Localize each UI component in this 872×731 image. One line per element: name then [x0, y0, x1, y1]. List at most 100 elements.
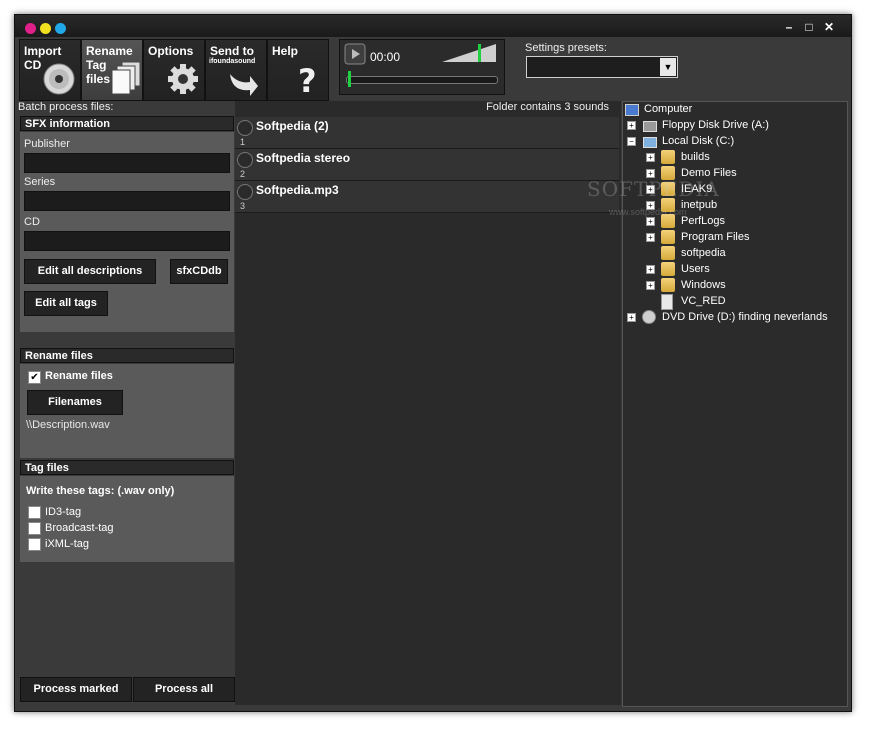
expand-icon[interactable]: + — [627, 121, 636, 130]
cd-label: CD — [24, 216, 40, 228]
mark-circle-icon[interactable] — [237, 184, 253, 200]
mark-circle-icon[interactable] — [237, 120, 253, 136]
sound-row[interactable]: Softpedia.mp3 3 — [235, 181, 619, 213]
sfx-information-header: SFX information — [20, 116, 234, 131]
sound-name: Softpedia (2) — [256, 119, 329, 133]
help-button[interactable]: Help ? — [267, 39, 329, 101]
dvd-icon — [642, 310, 656, 324]
id3-tag-label: ID3-tag — [45, 506, 82, 518]
process-marked-button[interactable]: Process marked — [20, 677, 132, 702]
seek-handle[interactable] — [348, 71, 351, 87]
sound-list: Folder contains 3 sounds Softpedia (2) 1… — [235, 101, 621, 705]
floppy-icon — [643, 121, 657, 132]
mark-circle-icon[interactable] — [237, 152, 253, 168]
settings-presets-select[interactable]: ▼ — [526, 56, 678, 78]
broadcast-tag-checkbox[interactable] — [28, 522, 41, 535]
play-button[interactable] — [344, 43, 366, 65]
rename-tag-files-button[interactable]: Rename Tag files — [81, 39, 143, 101]
series-label: Series — [24, 176, 56, 188]
options-label: Options — [148, 44, 194, 58]
folder-icon — [661, 278, 675, 292]
tree-label: Local Disk (C:) — [662, 135, 735, 147]
send-to-sub-label: ifoundasound — [209, 58, 256, 65]
files-icon — [112, 61, 141, 95]
minimize-button[interactable]: – — [781, 20, 797, 34]
cd-field[interactable] — [24, 231, 230, 251]
audio-player: 00:00 — [339, 39, 505, 95]
file-icon — [661, 294, 673, 310]
tree-label: Program Files — [681, 231, 750, 243]
yellow-dot-icon — [40, 23, 51, 34]
sfx-information-panel: Publisher Series CD Edit all description… — [20, 132, 234, 332]
expand-icon[interactable]: + — [646, 265, 655, 274]
broadcast-tag-label: Broadcast-tag — [45, 522, 114, 534]
collapse-icon[interactable]: − — [627, 137, 636, 146]
gear-icon — [168, 64, 198, 94]
sound-row[interactable]: Softpedia stereo 2 — [235, 149, 619, 181]
expand-icon[interactable]: + — [646, 153, 655, 162]
cyan-dot-icon — [55, 23, 66, 34]
edit-all-tags-button[interactable]: Edit all tags — [24, 291, 108, 316]
cd-icon — [43, 63, 75, 95]
process-all-button[interactable]: Process all — [133, 677, 235, 702]
close-button[interactable]: ✕ — [821, 20, 837, 34]
rename-files-header: Rename files — [20, 348, 234, 363]
settings-presets-label: Settings presets: — [525, 42, 607, 54]
seek-bar[interactable] — [346, 76, 498, 84]
hard-disk-icon — [643, 137, 657, 148]
ixml-tag-label: iXML-tag — [45, 538, 90, 550]
sound-name: Softpedia.mp3 — [256, 183, 339, 197]
folder-icon — [661, 262, 675, 276]
watermark: SOFTPEDIA — [587, 177, 720, 201]
tree-label: Users — [681, 263, 710, 275]
chevron-down-icon[interactable]: ▼ — [660, 58, 676, 76]
tree-label: builds — [681, 151, 710, 163]
filename-pattern: \\Description.wav — [26, 419, 110, 431]
question-icon: ? — [298, 62, 317, 96]
series-field[interactable] — [24, 191, 230, 211]
sound-number: 3 — [240, 201, 246, 211]
filenames-button[interactable]: Filenames — [27, 390, 123, 415]
time-display: 00:00 — [370, 50, 401, 64]
watermark-url: www.softpedia.com — [609, 207, 687, 217]
maximize-button[interactable]: □ — [801, 20, 817, 34]
expand-icon[interactable]: + — [646, 233, 655, 242]
svg-text:?: ? — [298, 62, 317, 96]
sound-name: Softpedia stereo — [256, 151, 351, 165]
tree-label: PerfLogs — [681, 215, 726, 227]
tree-label: VC_RED — [681, 295, 726, 307]
expand-icon[interactable]: + — [646, 281, 655, 290]
sound-number: 1 — [240, 137, 246, 147]
publisher-field[interactable] — [24, 153, 230, 173]
edit-all-descriptions-button[interactable]: Edit all descriptions — [24, 259, 156, 284]
pink-dot-icon — [25, 23, 36, 34]
sound-row[interactable]: Softpedia (2) 1 — [235, 117, 619, 149]
ixml-tag-checkbox[interactable] — [28, 538, 41, 551]
folder-icon — [661, 150, 675, 164]
tree-label: Windows — [681, 279, 726, 291]
expand-icon[interactable]: + — [646, 217, 655, 226]
send-arrow-icon — [230, 74, 258, 96]
tree-label: softpedia — [681, 247, 726, 259]
sound-number: 2 — [240, 169, 246, 179]
batch-process-label: Batch process files: — [18, 101, 114, 113]
toolbar: Import CD Rename Tag files Options Send … — [15, 37, 851, 101]
app-window: – □ ✕ Import CD Rename Tag files Options — [14, 14, 852, 712]
folder-icon — [661, 246, 675, 260]
import-cd-button[interactable]: Import CD — [19, 39, 81, 101]
left-panel: Batch process files: SFX information Pub… — [18, 101, 235, 705]
send-to-button[interactable]: Send to ifoundasound — [205, 39, 267, 101]
title-bar: – □ ✕ — [15, 15, 851, 37]
tree-label: DVD Drive (D:) finding neverlands — [662, 311, 828, 323]
tag-files-header: Tag files — [20, 460, 234, 475]
rename-files-checkbox[interactable]: ✔ — [28, 371, 41, 384]
expand-icon[interactable]: + — [627, 313, 636, 322]
volume-slider[interactable] — [440, 42, 500, 64]
options-button[interactable]: Options — [143, 39, 205, 101]
rename-files-checkbox-label: Rename files — [45, 370, 113, 382]
tree-label: Computer — [644, 103, 693, 115]
send-to-label: Send to — [210, 44, 254, 58]
id3-tag-checkbox[interactable] — [28, 506, 41, 519]
sfxcddb-button[interactable]: sfxCDdb — [170, 259, 228, 284]
rename-files-panel: ✔ Rename files Filenames \\Description.w… — [20, 364, 234, 458]
